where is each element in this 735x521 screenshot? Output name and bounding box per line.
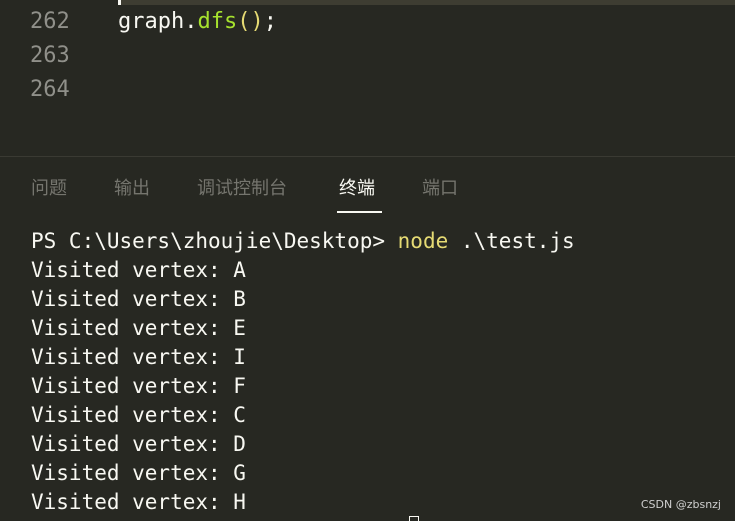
code-function: dfs bbox=[197, 9, 238, 34]
tab-terminal[interactable]: 终端 bbox=[339, 175, 375, 203]
terminal-line: Visited vertex: G bbox=[31, 461, 246, 485]
tab-ports[interactable]: 端口 bbox=[422, 175, 458, 203]
editor-line[interactable]: 264 bbox=[0, 73, 735, 107]
terminal-command-line: PS C:\Users\zhoujie\Desktop> node .\test… bbox=[31, 227, 731, 256]
terminal-prompt: PS C:\Users\zhoujie\Desktop> bbox=[31, 229, 398, 253]
panel-tabs: 问题 输出 调试控制台 终端 端口 bbox=[0, 157, 735, 217]
code-parens: () bbox=[237, 9, 264, 34]
code-semicolon: ; bbox=[263, 9, 277, 34]
terminal-command: node bbox=[397, 229, 449, 253]
terminal-line: Visited vertex: C bbox=[31, 403, 246, 427]
code-editor[interactable]: 262 graph.dfs(); 263 264 bbox=[0, 0, 735, 156]
code-text[interactable]: graph.dfs(); bbox=[118, 5, 277, 39]
line-number: 262 bbox=[30, 9, 70, 34]
active-tab-indicator bbox=[337, 211, 382, 213]
terminal-line: Visited vertex: B bbox=[31, 287, 246, 311]
editor-line[interactable]: 263 bbox=[0, 39, 735, 73]
line-number: 264 bbox=[30, 77, 70, 102]
editor-line[interactable]: 262 graph.dfs(); bbox=[0, 5, 735, 39]
terminal-line: Visited vertex: D bbox=[31, 432, 246, 456]
line-number: 263 bbox=[30, 43, 70, 68]
terminal-line: Visited vertex: A bbox=[31, 258, 246, 282]
terminal-line: Visited vertex: I bbox=[31, 345, 246, 369]
tab-debug-console[interactable]: 调试控制台 bbox=[197, 175, 287, 203]
terminal-line: Visited vertex: F bbox=[31, 374, 246, 398]
tab-problems[interactable]: 问题 bbox=[31, 175, 67, 203]
terminal-line: Visited vertex: H bbox=[31, 490, 246, 514]
watermark: CSDN @zbsnzj bbox=[640, 498, 721, 511]
tab-output[interactable]: 输出 bbox=[114, 175, 150, 203]
bottom-panel: 问题 输出 调试控制台 终端 端口 PS C:\Users\zhoujie\De… bbox=[0, 157, 735, 521]
terminal-cursor bbox=[409, 516, 419, 521]
terminal-output[interactable]: PS C:\Users\zhoujie\Desktop> node .\test… bbox=[31, 227, 731, 517]
terminal-line: Visited vertex: E bbox=[31, 316, 246, 340]
code-object: graph. bbox=[118, 9, 198, 34]
terminal-args: .\test.js bbox=[448, 229, 575, 253]
